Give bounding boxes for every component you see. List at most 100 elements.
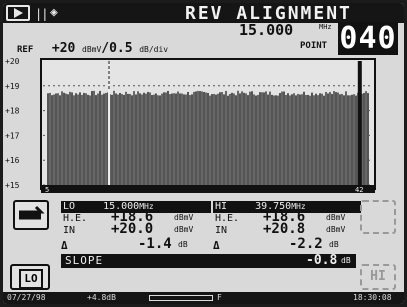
spectrum-bin bbox=[179, 93, 181, 185]
spectrum-bin bbox=[353, 94, 355, 185]
spectrum-bin bbox=[197, 90, 199, 185]
spectrum-bin bbox=[121, 94, 123, 185]
top-bar: || ◈ REV ALIGNMENT bbox=[3, 3, 404, 24]
spectrum-bin bbox=[165, 92, 167, 185]
spectrum-bin bbox=[365, 91, 367, 185]
spectrum-bin bbox=[337, 92, 339, 185]
lo-he-unit: dBmV bbox=[174, 213, 194, 222]
spectrum-bin bbox=[127, 93, 129, 185]
spectrum-bin bbox=[301, 94, 303, 185]
hi-delta-unit: dB bbox=[329, 240, 339, 249]
spectrum-bin bbox=[229, 93, 231, 185]
spectrum-bin bbox=[133, 91, 135, 185]
spectrum-bin bbox=[95, 95, 97, 185]
center-frequency: 15.000 bbox=[239, 21, 294, 39]
spectrum-bin bbox=[153, 94, 155, 185]
spectrum-bin bbox=[141, 94, 143, 185]
y-tick-label: +16 bbox=[5, 156, 20, 165]
swap-button[interactable] bbox=[13, 200, 49, 230]
spectrum-bin bbox=[269, 91, 271, 185]
spectrum-bin bbox=[253, 94, 255, 185]
play-button[interactable] bbox=[6, 5, 30, 21]
point-label: POINT bbox=[300, 41, 328, 51]
hi-he-unit: dBmV bbox=[326, 213, 346, 222]
spectrum-bin bbox=[49, 92, 51, 185]
spectrum-bin bbox=[155, 93, 157, 185]
spectrum-bin bbox=[125, 91, 127, 185]
hi-in-label: IN bbox=[215, 225, 228, 236]
spectrum-bin bbox=[69, 91, 71, 185]
spectrum-bin bbox=[115, 93, 117, 185]
spectrum-bin bbox=[311, 92, 313, 185]
spectrum-bin bbox=[325, 91, 327, 185]
hi-delta-value: -2.2 bbox=[289, 236, 323, 252]
spectrum-bin bbox=[289, 95, 291, 185]
spectrum-bin bbox=[191, 94, 193, 185]
spectrum-bin bbox=[277, 95, 279, 185]
slope-label: SLOPE bbox=[65, 254, 104, 267]
spectrum-bin bbox=[145, 93, 147, 185]
spectrum-bin bbox=[235, 95, 237, 185]
spectrum-bin bbox=[233, 93, 235, 185]
spectrum-bin bbox=[103, 93, 105, 185]
spectrum-bin bbox=[167, 90, 169, 185]
lo-button-label: LO bbox=[19, 269, 43, 289]
spectrum-bin bbox=[239, 93, 241, 185]
spectrum-bin bbox=[163, 92, 165, 185]
spectrum-bin bbox=[367, 93, 369, 185]
spectrum-bin bbox=[147, 91, 149, 185]
lo-button[interactable]: LO bbox=[10, 264, 50, 290]
spectrum-bin bbox=[293, 93, 295, 185]
spectrum-bin bbox=[87, 94, 89, 185]
spectrum-bin bbox=[173, 93, 175, 185]
spectrum-bin bbox=[245, 93, 247, 185]
empty-softkey[interactable] bbox=[360, 200, 396, 234]
spectrum-bin bbox=[157, 95, 159, 185]
spectrum-bin bbox=[143, 92, 145, 185]
spectrum-bin bbox=[247, 95, 249, 185]
spectrum-bin bbox=[55, 93, 57, 185]
hi-label: HI bbox=[215, 201, 228, 212]
spectrum-bin bbox=[71, 92, 73, 185]
spectrum-bin bbox=[211, 94, 213, 185]
spectrum-bin bbox=[75, 93, 77, 185]
spectrum-bin bbox=[85, 93, 87, 185]
spectrum-bin bbox=[335, 92, 337, 185]
spectrum-bin bbox=[295, 95, 297, 185]
status-bar: 07/27/98 +4.8dB F 18:30:08 bbox=[3, 292, 404, 304]
swap-arrows-icon bbox=[19, 205, 45, 220]
spectrum-bin bbox=[219, 92, 221, 185]
spectrum-bin bbox=[341, 93, 343, 185]
spectrum-bin bbox=[59, 95, 61, 185]
spectrum-bin bbox=[47, 93, 49, 185]
spectrum-bin bbox=[185, 94, 187, 185]
spectrum-bin bbox=[305, 95, 307, 185]
x-end-label: 42 bbox=[355, 186, 363, 194]
spectrum-bin bbox=[183, 94, 185, 185]
spectrum-bin bbox=[67, 94, 69, 185]
spectrum-bin bbox=[51, 95, 53, 185]
spectrum-bin bbox=[299, 94, 301, 185]
spectrum-bin bbox=[83, 92, 85, 185]
spectrum-bin bbox=[159, 95, 161, 185]
spectrum-bin bbox=[215, 94, 217, 185]
spectrum-bin bbox=[345, 91, 347, 185]
spectrum-bin bbox=[227, 95, 229, 185]
spectrum-bin bbox=[265, 91, 267, 185]
spectrum-bin bbox=[99, 90, 101, 185]
spectrum-bin bbox=[205, 92, 207, 185]
spectrum-bin bbox=[57, 93, 59, 185]
spectrum-bin bbox=[53, 94, 55, 185]
spectrum-bin bbox=[93, 90, 95, 185]
spectrum-bin bbox=[225, 90, 227, 185]
spectrum-bin bbox=[251, 91, 253, 185]
spectrum-bin bbox=[329, 92, 331, 185]
hi-button[interactable]: HI bbox=[360, 264, 396, 290]
spectrum-bin bbox=[79, 92, 81, 185]
status-date: 07/27/98 bbox=[7, 293, 46, 302]
spectrum-bin bbox=[171, 93, 173, 185]
spectrum-bin bbox=[339, 94, 341, 185]
spectrum-bin bbox=[181, 93, 183, 185]
spectrum-display: +20 +19 +18 +17 +16 +15 5 42 bbox=[5, 57, 376, 194]
lo-he-label: H.E. bbox=[63, 213, 88, 224]
